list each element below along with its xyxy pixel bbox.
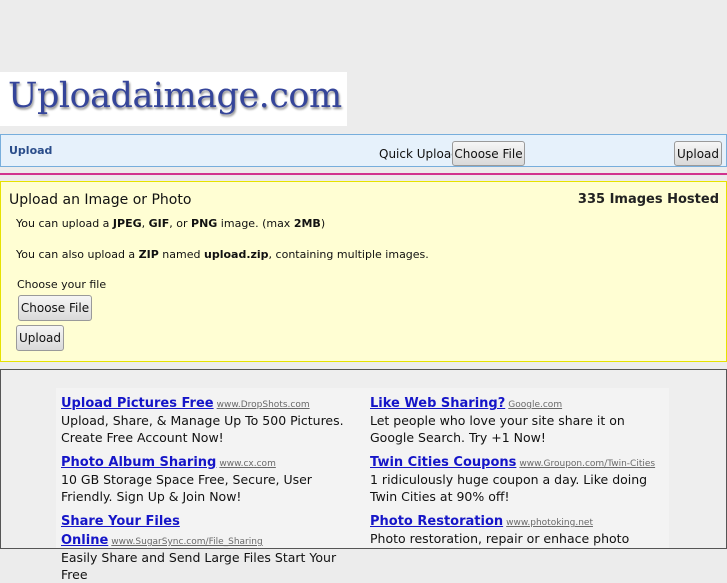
ad-title[interactable]: Photo Album Sharing — [61, 455, 216, 470]
ad-item[interactable]: Twin Cities Coupons www.Groupon.com/Twin-… — [370, 451, 670, 505]
ad-body: 10 GB Storage Space Free, Secure, User F… — [61, 472, 312, 504]
choose-file-label: Choose your file — [17, 278, 107, 291]
ad-grid: Upload Pictures Free www.DropShots.com Upl… — [56, 388, 670, 582]
ad-section: Upload Pictures Free www.DropShots.com Upl… — [0, 369, 727, 582]
ad-url[interactable]: www.DropShots.com — [217, 400, 310, 410]
ad-item[interactable]: Photo Album Sharing www.cx.com 10 GB Stora… — [61, 451, 361, 505]
quick-upload-label: Quick Upload — [379, 147, 459, 161]
ad-url[interactable]: www.cx.com — [219, 459, 275, 469]
nav-upload-link[interactable]: Upload — [9, 144, 52, 157]
quick-upload-choose-file-button[interactable]: Choose File — [452, 141, 525, 166]
logo-text: Uploadaimage.com — [8, 76, 342, 116]
ad-body: Photo restoration, repair or enhace phot… — [370, 531, 630, 546]
divider — [0, 173, 727, 175]
quick-upload-button[interactable]: Upload — [674, 141, 722, 166]
zip-upload-text: You can also upload a ZIP named upload.z… — [16, 248, 429, 261]
ad-body: Upload, Share, & Manage Up To 500 Pictur… — [61, 413, 344, 445]
ad-title[interactable]: Photo Restoration — [370, 514, 503, 529]
ad-title[interactable]: Like Web Sharing? — [370, 396, 505, 411]
ad-item[interactable]: Photo Restoration www.photoking.net Photo … — [370, 510, 670, 547]
ad-body: 1 ridiculously huge coupon a day. Like d… — [370, 472, 648, 504]
nav-bar: Upload Quick Upload Choose File Upload — [0, 134, 727, 167]
ad-url[interactable]: www.SugarSync.com/File_Sharing — [111, 537, 262, 547]
supported-formats-text: You can upload a JPEG, GIF, or PNG image… — [16, 217, 326, 230]
ad-title[interactable]: Twin Cities Coupons — [370, 455, 516, 470]
upload-button[interactable]: Upload — [16, 325, 64, 351]
ad-url[interactable]: www.photoking.net — [506, 518, 593, 528]
ad-title[interactable]: Upload Pictures Free — [61, 396, 214, 411]
ad-item[interactable]: Like Web Sharing? Google.com Let people wh… — [370, 392, 670, 446]
ad-url[interactable]: www.Groupon.com/Twin-Cities — [519, 459, 655, 469]
panel-title: Upload an Image or Photo — [9, 192, 192, 208]
ad-item[interactable]: Share Your Files Online www.SugarSync.com… — [61, 510, 361, 583]
site-logo[interactable]: Uploadaimage.com — [0, 72, 347, 126]
upload-panel: Upload an Image or Photo 335 Images Host… — [0, 181, 727, 362]
choose-file-button[interactable]: Choose File — [18, 295, 92, 321]
ad-body: Easily Share and Send Large Files Start … — [61, 550, 337, 582]
images-hosted-count: 335 Images Hosted — [577, 192, 719, 207]
ad-item[interactable]: Upload Pictures Free www.DropShots.com Upl… — [61, 392, 361, 446]
ad-url[interactable]: Google.com — [508, 400, 562, 410]
ad-body: Let people who love your site share it o… — [370, 413, 625, 445]
